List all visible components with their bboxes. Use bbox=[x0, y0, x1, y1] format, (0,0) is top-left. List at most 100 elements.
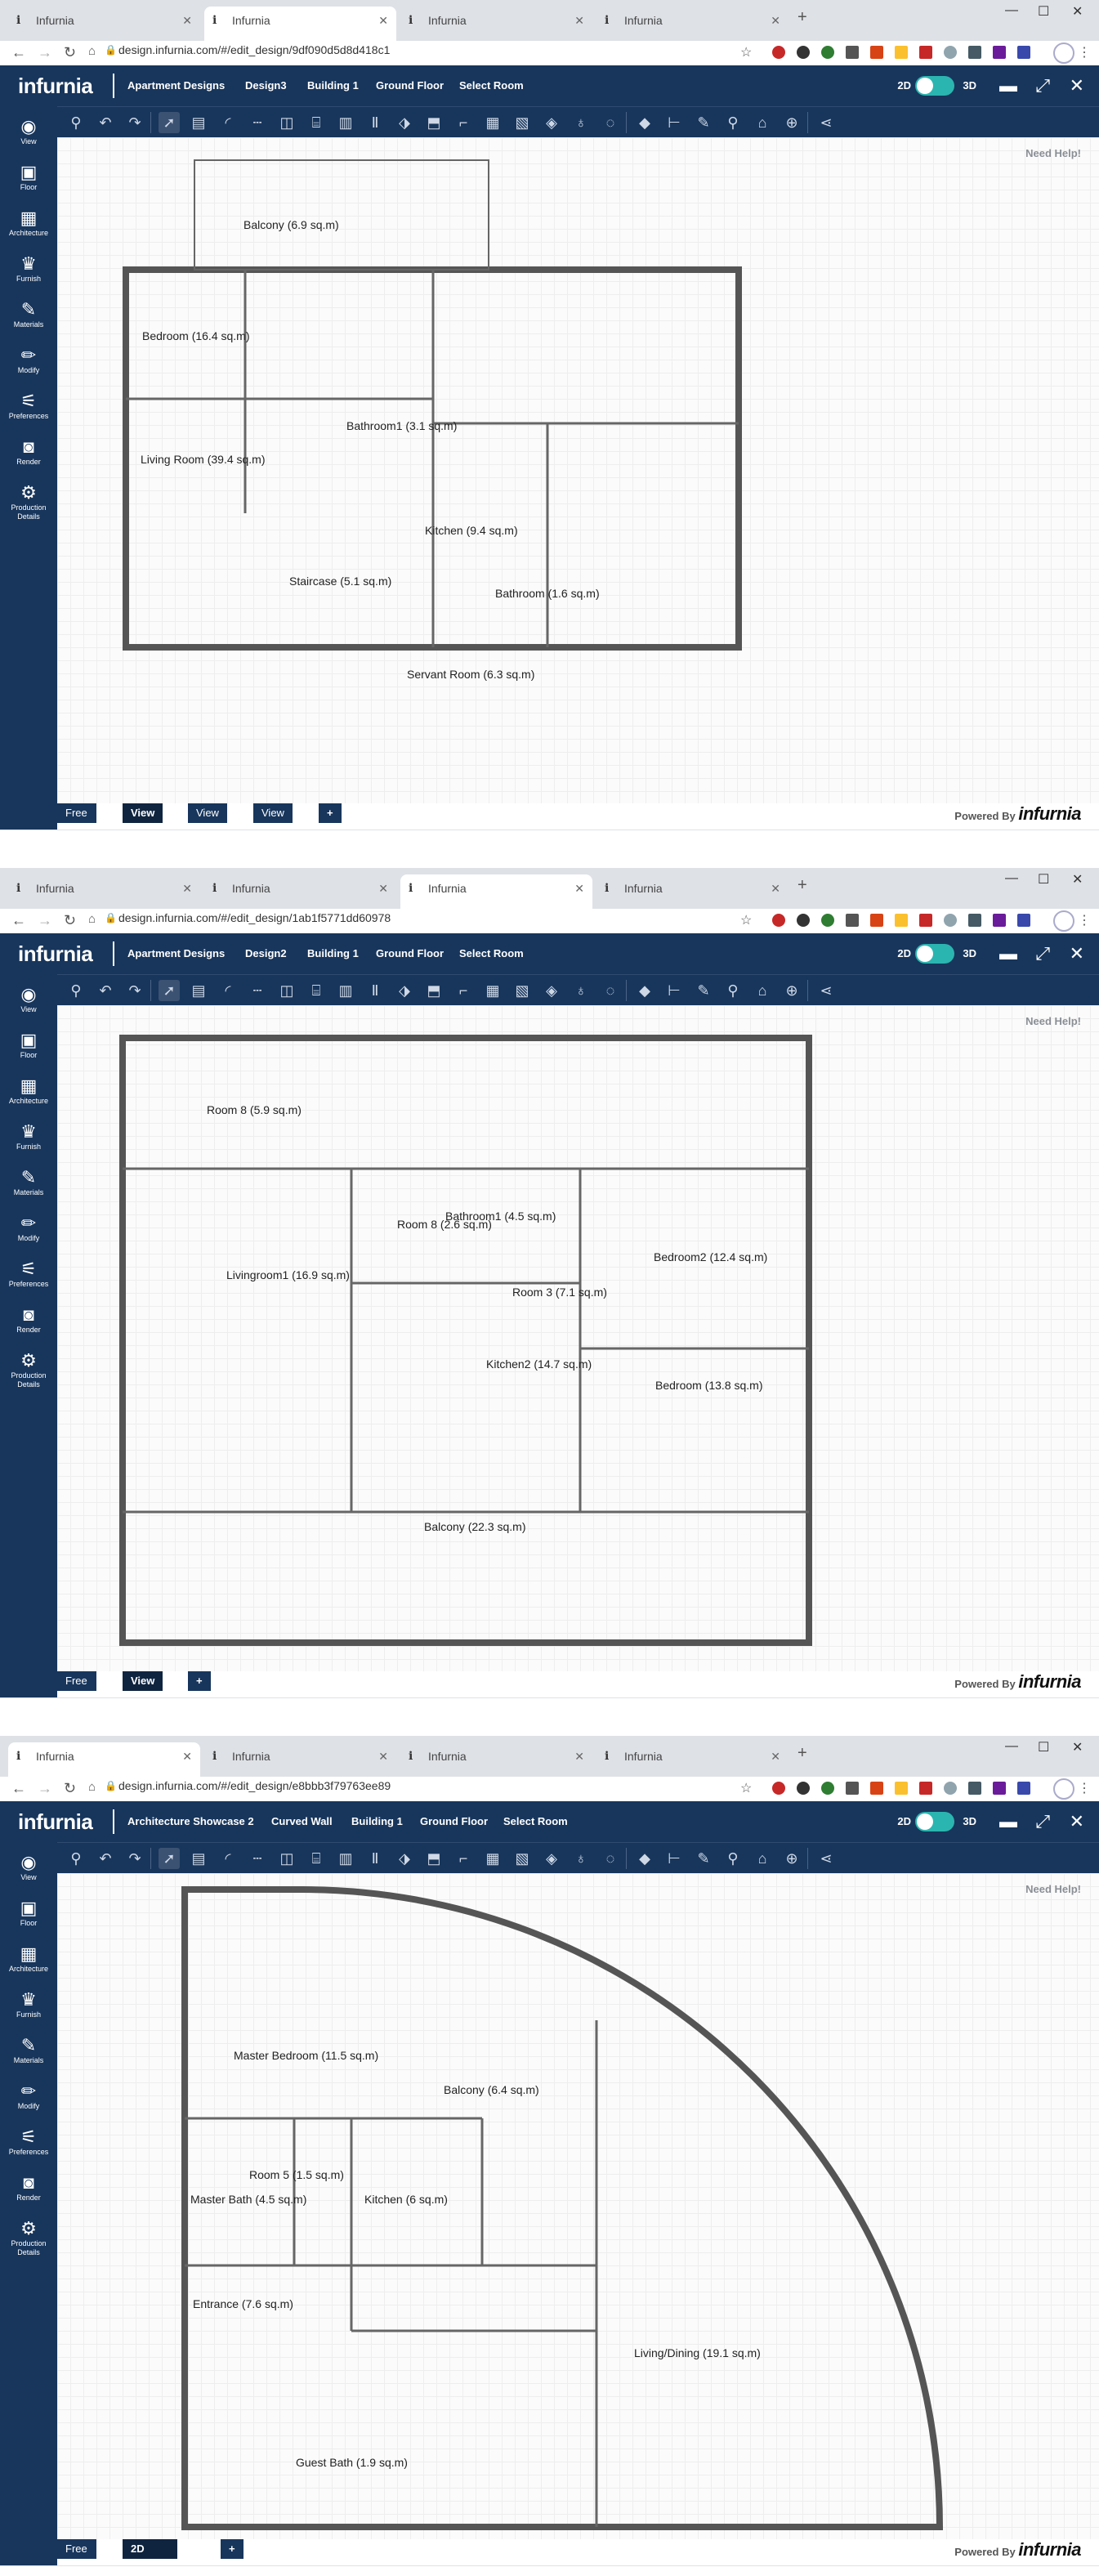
wall-hatch-icon[interactable]: ▤ bbox=[188, 980, 209, 1001]
sidebar-item-production-details[interactable]: ⚙ Production Details bbox=[0, 1350, 57, 1389]
breadcrumb-item[interactable]: Design2 bbox=[245, 947, 287, 959]
view-tab[interactable]: View 1 bbox=[123, 1671, 163, 1697]
profile-avatar[interactable] bbox=[1053, 42, 1074, 64]
browser-tab[interactable]: i Infurnia ✕ bbox=[204, 874, 396, 909]
close-tab-icon[interactable]: ✕ bbox=[182, 7, 192, 34]
bulb-icon[interactable]: ◌ bbox=[600, 112, 621, 133]
minimize-icon[interactable]: — bbox=[1005, 3, 1018, 18]
maximize-icon[interactable]: ☐ bbox=[1038, 871, 1049, 888]
select-pointer-icon[interactable]: ➚ bbox=[159, 980, 180, 1001]
wall-hatch-icon[interactable]: ▤ bbox=[188, 1848, 209, 1869]
extension-icon[interactable] bbox=[968, 1782, 981, 1795]
stairs-icon[interactable]: ⌐ bbox=[453, 980, 474, 1001]
close-icon[interactable]: ✕ bbox=[1070, 943, 1084, 964]
extension-icon[interactable] bbox=[895, 46, 908, 59]
extension-icon[interactable] bbox=[821, 1782, 834, 1795]
sidebar-item-view[interactable]: ◉ View bbox=[0, 984, 57, 1014]
stack-icon[interactable]: ◆ bbox=[634, 112, 655, 133]
wall-hatch-icon[interactable]: ▤ bbox=[188, 112, 209, 133]
redo-icon[interactable]: ↷ bbox=[124, 1848, 145, 1869]
stairs-icon[interactable]: ⌐ bbox=[453, 112, 474, 133]
browser-tab[interactable]: i Infurnia ✕ bbox=[596, 1742, 789, 1777]
select-pointer-icon[interactable]: ➚ bbox=[159, 112, 180, 133]
extension-icon[interactable] bbox=[944, 1782, 957, 1795]
curved-wall-icon[interactable]: ◜ bbox=[217, 980, 239, 1001]
browser-tab[interactable]: i Infurnia ✕ bbox=[204, 1742, 396, 1777]
add-floor-icon[interactable]: ⊕ bbox=[781, 980, 802, 1001]
floor-plan-canvas[interactable]: Need Help! Balcony (6.9 sq.m) Bedroom (16… bbox=[57, 137, 1099, 803]
column-icon[interactable]: Ⅱ bbox=[364, 1848, 386, 1869]
expand-icon[interactable]: ⤢ bbox=[1035, 1811, 1050, 1832]
pencil-tool-icon[interactable]: ✎ bbox=[693, 1848, 714, 1869]
extension-icon[interactable] bbox=[772, 1782, 785, 1795]
dashed-line-icon[interactable]: ┄ bbox=[247, 112, 268, 133]
share-icon[interactable]: ⋖ bbox=[815, 980, 837, 1001]
home-icon[interactable]: ⌂ bbox=[88, 44, 96, 58]
redo-icon[interactable]: ↷ bbox=[124, 112, 145, 133]
house-icon[interactable]: ⌂ bbox=[752, 112, 773, 133]
sidebar-item-preferences[interactable]: ⚟ Preferences bbox=[0, 391, 57, 421]
close-tab-icon[interactable]: ✕ bbox=[771, 874, 780, 902]
extension-icon[interactable] bbox=[846, 914, 859, 927]
view-tab[interactable]: + bbox=[188, 1671, 211, 1691]
expand-icon[interactable]: ⤢ bbox=[1035, 75, 1050, 96]
maximize-icon[interactable]: ☐ bbox=[1038, 1739, 1049, 1755]
browser-tab[interactable]: i Infurnia ✕ bbox=[400, 1742, 592, 1777]
close-tab-icon[interactable]: ✕ bbox=[182, 1742, 192, 1770]
breadcrumb-item[interactable]: Building 1 bbox=[307, 79, 359, 92]
browser-tab[interactable]: i Infurnia ✕ bbox=[400, 7, 592, 41]
breadcrumb-item[interactable]: Architecture Showcase 2 bbox=[127, 1815, 254, 1827]
reload-icon[interactable]: ↻ bbox=[64, 912, 76, 929]
pillar-icon[interactable]: ▥ bbox=[335, 112, 356, 133]
sidebar-item-render[interactable]: ◙ Render bbox=[0, 1304, 57, 1335]
sidebar-item-furnish[interactable]: ♛ Furnish bbox=[0, 1989, 57, 2019]
sidebar-item-render[interactable]: ◙ Render bbox=[0, 2172, 57, 2203]
breadcrumb-item[interactable]: Design3 bbox=[245, 79, 287, 92]
close-icon[interactable]: ✕ bbox=[1070, 75, 1084, 96]
curved-wall-icon[interactable]: ◜ bbox=[217, 112, 239, 133]
floor-plan-canvas[interactable]: Need Help! Master Bedroom (11.5 sq.m) Bal… bbox=[57, 1873, 1099, 2539]
breadcrumb-item[interactable]: Apartment Designs bbox=[127, 79, 225, 92]
browser-menu-icon[interactable]: ⋮ bbox=[1078, 1780, 1091, 1796]
extension-icon[interactable] bbox=[797, 46, 810, 59]
select-pointer-icon[interactable]: ➚ bbox=[159, 1848, 180, 1869]
forward-icon[interactable]: → bbox=[38, 44, 52, 61]
close-icon[interactable]: ✕ bbox=[1070, 1811, 1084, 1832]
extension-icon[interactable] bbox=[993, 1782, 1006, 1795]
new-tab-icon[interactable]: + bbox=[797, 1744, 807, 1763]
sidebar-item-floor[interactable]: ▣ Floor bbox=[0, 1898, 57, 1928]
expand-icon[interactable]: ⤢ bbox=[1035, 943, 1050, 964]
sidebar-item-materials[interactable]: ✎ Materials bbox=[0, 299, 57, 329]
breadcrumb-item[interactable]: Curved Wall bbox=[271, 1815, 333, 1827]
view-mode-toggle[interactable] bbox=[915, 944, 954, 964]
browser-tab[interactable]: i Infurnia ✕ bbox=[8, 7, 200, 41]
hatch-icon[interactable]: ▧ bbox=[512, 980, 533, 1001]
home-icon[interactable]: ⌂ bbox=[88, 1780, 96, 1794]
close-tab-icon[interactable]: ✕ bbox=[771, 1742, 780, 1770]
bookmark-star-icon[interactable]: ☆ bbox=[740, 44, 752, 60]
extension-icon[interactable] bbox=[944, 46, 957, 59]
back-icon[interactable]: ← bbox=[11, 44, 26, 61]
close-window-icon[interactable]: ✕ bbox=[1072, 871, 1083, 888]
extension-icon[interactable] bbox=[870, 46, 883, 59]
floor-plan-canvas[interactable]: Need Help! Room 8 (5.9 sq.m) Room 8 (2.6 … bbox=[57, 1005, 1099, 1671]
extension-icon[interactable] bbox=[895, 1782, 908, 1795]
redo-icon[interactable]: ↷ bbox=[124, 980, 145, 1001]
add-floor-icon[interactable]: ⊕ bbox=[781, 1848, 802, 1869]
window-icon[interactable]: ◫ bbox=[276, 112, 297, 133]
window-icon[interactable]: ◫ bbox=[276, 1848, 297, 1869]
pencil-tool-icon[interactable]: ✎ bbox=[693, 980, 714, 1001]
extension-icon[interactable] bbox=[993, 46, 1006, 59]
maximize-icon[interactable]: ☐ bbox=[1038, 3, 1049, 20]
grid-floor-icon[interactable]: ▦ bbox=[482, 1848, 503, 1869]
close-tab-icon[interactable]: ✕ bbox=[378, 7, 388, 34]
sidebar-item-architecture[interactable]: ▦ Architecture bbox=[0, 208, 57, 238]
hatch-icon[interactable]: ▧ bbox=[512, 1848, 533, 1869]
home-icon[interactable]: ⌂ bbox=[88, 912, 96, 926]
extension-icon[interactable] bbox=[772, 914, 785, 927]
browser-tab[interactable]: i Infurnia ✕ bbox=[596, 7, 789, 41]
close-tab-icon[interactable]: ✕ bbox=[182, 874, 192, 902]
filter-icon[interactable]: ⚲ bbox=[65, 980, 87, 1001]
house-icon[interactable]: ⌂ bbox=[752, 980, 773, 1001]
close-tab-icon[interactable]: ✕ bbox=[574, 1742, 584, 1770]
